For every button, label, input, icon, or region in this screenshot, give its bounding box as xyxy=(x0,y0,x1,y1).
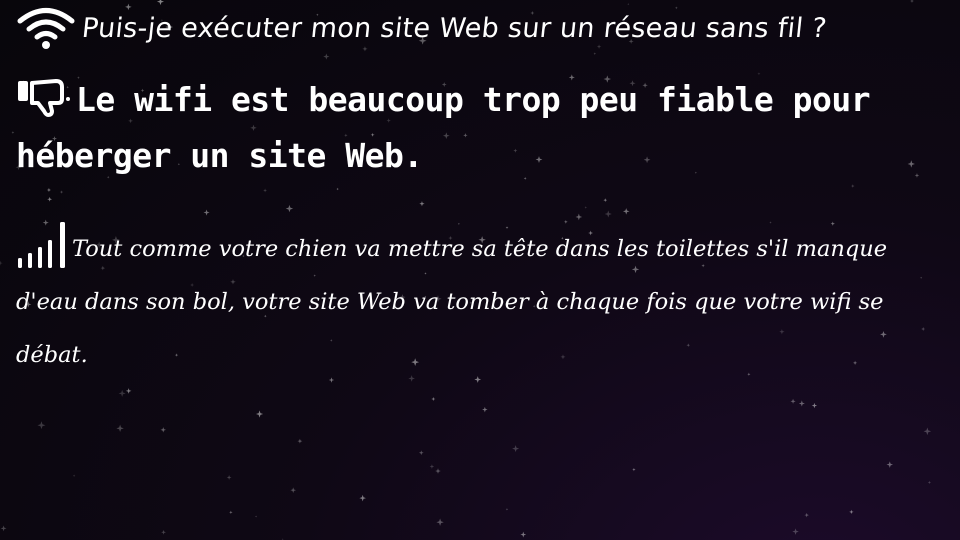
star-decoration xyxy=(255,515,258,518)
star-decoration xyxy=(203,209,210,216)
star-decoration xyxy=(886,461,894,468)
star-decoration xyxy=(47,196,53,202)
question-text: Puis-je exécuter mon site Web sur un rés… xyxy=(80,12,829,44)
star-decoration xyxy=(336,187,339,191)
star-decoration xyxy=(161,529,166,535)
star-decoration xyxy=(11,131,15,134)
star-decoration xyxy=(37,421,46,430)
star-decoration xyxy=(156,0,165,6)
star-decoration xyxy=(622,208,630,215)
wifi-icon xyxy=(14,6,78,50)
star-decoration xyxy=(927,480,932,485)
star-decoration xyxy=(436,518,444,526)
star-decoration xyxy=(910,0,914,3)
star-decoration xyxy=(118,389,126,397)
star-decoration xyxy=(584,206,588,209)
star-decoration xyxy=(923,427,932,436)
star-decoration xyxy=(512,445,520,453)
star-decoration xyxy=(632,467,636,472)
star-decoration xyxy=(798,400,805,407)
star-decoration xyxy=(604,210,612,218)
star-decoration xyxy=(323,53,330,60)
star-decoration xyxy=(603,198,608,203)
question-heading: Puis-je exécuter mon site Web sur un rés… xyxy=(14,6,829,50)
star-decoration xyxy=(290,487,296,493)
star-decoration xyxy=(431,396,436,401)
star-decoration xyxy=(72,474,76,478)
star-decoration xyxy=(520,531,527,538)
explanation-text: Tout comme votre chien va mettre sa tête… xyxy=(16,236,888,368)
star-decoration xyxy=(116,424,124,433)
star-decoration xyxy=(482,406,488,413)
star-decoration xyxy=(435,468,441,474)
star-decoration xyxy=(811,402,818,409)
star-decoration xyxy=(0,525,7,532)
star-decoration xyxy=(125,388,132,394)
signal-bars-icon xyxy=(16,218,72,270)
star-decoration xyxy=(851,184,855,188)
star-decoration xyxy=(226,475,232,480)
star-decoration xyxy=(792,528,799,535)
star-decoration xyxy=(849,509,854,515)
star-decoration xyxy=(419,201,425,207)
star-decoration xyxy=(255,410,264,418)
star-decoration xyxy=(505,508,509,511)
explanation-paragraph: Tout comme votre chien va mettre sa tête… xyxy=(16,218,946,382)
answer-text: Le wifi est beaucoup trop peu fiable pou… xyxy=(16,80,871,175)
star-decoration xyxy=(263,188,268,193)
star-decoration xyxy=(160,427,166,433)
star-decoration xyxy=(285,204,294,213)
star-decoration xyxy=(0,260,3,266)
star-decoration xyxy=(297,438,303,444)
star-decoration xyxy=(46,187,51,193)
star-decoration xyxy=(59,190,64,194)
thumbs-down-icon xyxy=(16,77,72,117)
star-decoration xyxy=(593,52,597,55)
star-decoration xyxy=(790,398,796,404)
star-decoration xyxy=(429,464,435,469)
star-decoration xyxy=(804,512,809,518)
star-decoration xyxy=(418,450,424,456)
star-decoration xyxy=(229,510,233,515)
star-decoration xyxy=(359,494,366,502)
star-decoration xyxy=(627,3,630,6)
answer-heading: Le wifi est beaucoup trop peu fiable pou… xyxy=(16,72,946,184)
